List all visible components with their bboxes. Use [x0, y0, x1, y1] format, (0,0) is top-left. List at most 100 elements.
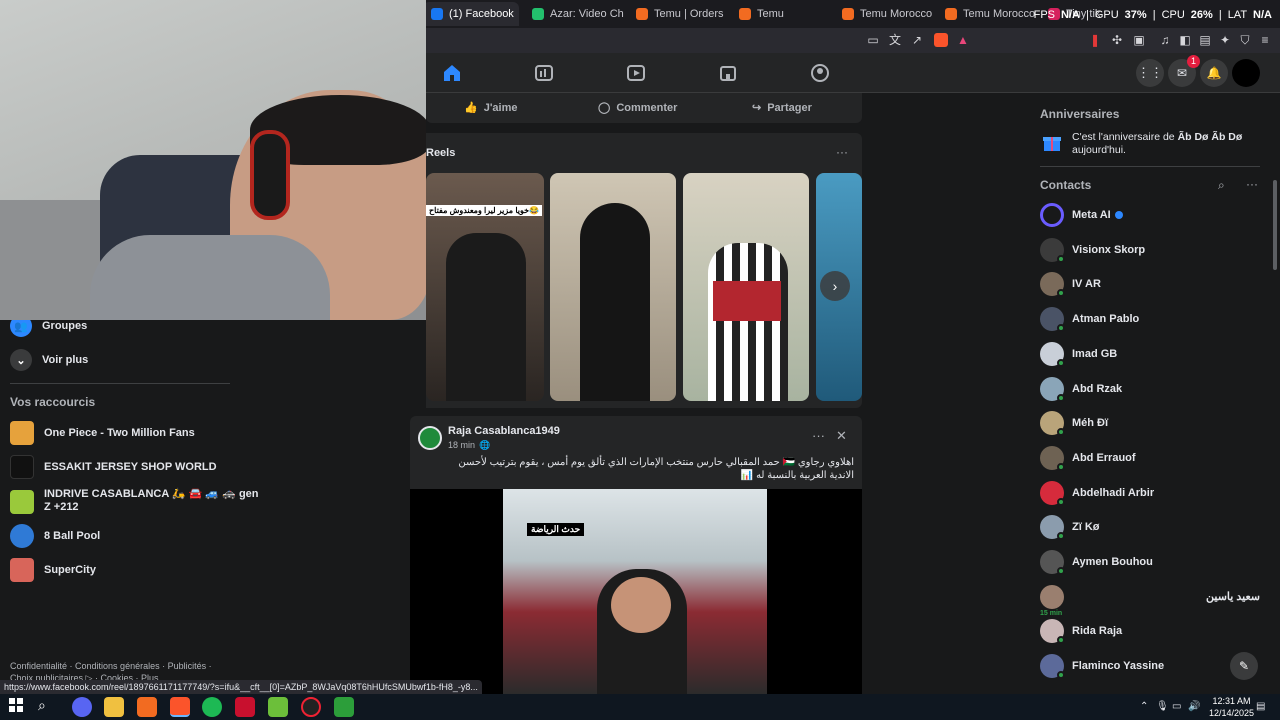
brave-rewards-icon[interactable]: ▲	[956, 33, 970, 47]
divider	[10, 383, 230, 384]
contact-item[interactable]: 15 min سعيد ياسين	[1040, 582, 1260, 617]
wallet-card-icon[interactable]: ▤	[1198, 33, 1212, 47]
contact-item[interactable]: Aymen Bouhou	[1040, 547, 1260, 577]
online-status-dot	[1057, 636, 1065, 645]
contacts-more-icon[interactable]: ···	[1246, 177, 1258, 191]
tab-temu-morocco-ma[interactable]: Temu Morocco | ma	[937, 2, 1037, 26]
screen-cast-icon[interactable]: ▭	[866, 33, 880, 47]
share-icon[interactable]: ↗	[910, 33, 924, 47]
extensions-icon[interactable]: ✣	[1110, 33, 1124, 47]
leo-ai-icon[interactable]: ✦	[1218, 33, 1232, 47]
search-icon[interactable]: ⌕	[38, 697, 58, 717]
more-options-icon[interactable]: ···	[836, 145, 848, 159]
shortcut-label: 8 Ball Pool	[44, 530, 101, 542]
post-time[interactable]: 18 min	[448, 440, 475, 451]
shortcut-one-piece[interactable]: One Piece - Two Million Fans	[10, 421, 195, 445]
marketplace-icon[interactable]	[718, 63, 738, 83]
contact-name: Imad GB	[1072, 347, 1118, 360]
windows-start-icon[interactable]	[8, 697, 28, 717]
gpu-value: 37	[1124, 9, 1137, 21]
contact-item[interactable]: Flaminco Yassine	[1040, 651, 1260, 681]
reel-2[interactable]	[550, 173, 676, 401]
notification-center-icon[interactable]: ▤	[1256, 701, 1265, 712]
shortcut-indrive[interactable]: INDRIVE CASABLANCA 🛵 🚘 🚙 🚓 gen Z +212	[10, 488, 259, 514]
recorder-icon[interactable]	[301, 697, 321, 717]
contact-item[interactable]: Meta AI	[1040, 200, 1260, 230]
close-post-icon[interactable]: ✕	[836, 428, 847, 444]
home-icon[interactable]	[442, 63, 462, 83]
menu-grid-button[interactable]: ⋮⋮	[1136, 59, 1164, 87]
game-icon[interactable]	[268, 697, 288, 717]
like-button[interactable]: 👍 J'aime	[464, 101, 518, 115]
translate-icon[interactable]: 文	[888, 33, 902, 47]
sidebar-item-see-more[interactable]: ⌄ Voir plus	[10, 349, 88, 371]
system-clock[interactable]: 12:31 AM 12/14/2025	[1209, 695, 1254, 719]
sidebar-icon[interactable]: ◧	[1178, 33, 1192, 47]
terminal-icon[interactable]	[334, 697, 354, 717]
like-label: J'aime	[483, 101, 518, 114]
shortcut-thumbnail	[10, 421, 34, 445]
contact-item[interactable]: Abd Errauof	[1040, 443, 1260, 473]
brave-shield-icon[interactable]	[934, 33, 948, 47]
contact-item[interactable]: Rida Raja	[1040, 616, 1260, 646]
tab-azar[interactable]: Azar: Video Chat	[524, 2, 624, 26]
reel-1[interactable]: خويا مزير ليرا ومعندوش مفتاح😂	[426, 173, 544, 401]
profile-avatar[interactable]	[1232, 59, 1260, 87]
brave-browser-icon[interactable]	[170, 697, 190, 717]
page-scrollbar[interactable]	[1273, 180, 1277, 270]
contact-name: Aymen Bouhou	[1072, 556, 1153, 568]
tab-temu-morocco-ex[interactable]: Temu Morocco | Ex	[834, 2, 934, 26]
tab-temu[interactable]: Temu	[731, 2, 831, 26]
messenger-button[interactable]: ✉ 1	[1168, 55, 1200, 87]
reel-caption: خويا مزير ليرا ومعندوش مفتاح😂	[426, 205, 543, 216]
contact-item[interactable]: Abd Rzak	[1040, 374, 1260, 404]
contact-item[interactable]: Méh Đï	[1040, 408, 1260, 438]
comment-button[interactable]: ◯ Commenter	[598, 101, 677, 115]
reels-next-button[interactable]: ›	[820, 271, 850, 301]
tab-facebook[interactable]: (1) Facebook ✕	[423, 2, 519, 26]
notifications-button[interactable]: 🔔	[1200, 59, 1228, 87]
network-icon[interactable]: ▭	[1172, 701, 1181, 712]
game-launcher-icon[interactable]	[235, 697, 255, 717]
post-author[interactable]: Raja Casablanca1949	[448, 425, 560, 437]
page-avatar[interactable]	[418, 426, 442, 450]
search-icon[interactable]: ⌕	[1218, 178, 1225, 193]
tray-chevron-icon[interactable]: ⌃	[1140, 701, 1148, 712]
contact-item[interactable]: Imad GB	[1040, 339, 1260, 369]
post-video[interactable]: حدث الرياضة	[410, 489, 862, 694]
shortcut-8-ball-pool[interactable]: 8 Ball Pool	[10, 524, 100, 548]
reels-card: Reels ··· خويا مزير ليرا ومعندوش مفتاح😂 …	[426, 133, 862, 408]
video-icon[interactable]	[534, 63, 554, 83]
wallet-icon[interactable]: ▣	[1132, 33, 1146, 47]
volume-icon[interactable]: 🔊	[1188, 701, 1200, 712]
contact-item[interactable]: Atman Pablo	[1040, 304, 1260, 334]
footer-links[interactable]: Confidentialité · Conditions générales ·…	[10, 661, 212, 671]
discord-icon[interactable]	[72, 697, 92, 717]
contact-item[interactable]: Visionx Skorp	[1040, 235, 1260, 265]
contact-item[interactable]: Abdelhadi Arbir	[1040, 478, 1260, 508]
online-status-dot	[1057, 671, 1065, 680]
birthday-message[interactable]: C'est l'anniversaire de Ãb Dø Ãb Dø aujo…	[1072, 131, 1272, 157]
groups-icon[interactable]	[810, 63, 830, 83]
microphone-icon[interactable]: 🎙	[1156, 701, 1169, 712]
contact-item[interactable]: Zï Kø	[1040, 512, 1260, 542]
menu-icon[interactable]: ≡	[1258, 33, 1272, 47]
file-explorer-icon[interactable]	[104, 697, 124, 717]
reel-3[interactable]	[683, 173, 809, 401]
shortcut-supercity[interactable]: SuperCity	[10, 558, 96, 582]
contact-item[interactable]: IV AR	[1040, 269, 1260, 299]
record-icon[interactable]: ❚	[1088, 33, 1102, 47]
contact-name: Rida Raja	[1072, 625, 1123, 638]
shortcut-essakit[interactable]: ESSAKIT JERSEY SHOP WORLD	[10, 455, 217, 479]
spotify-icon[interactable]	[202, 697, 222, 717]
divider	[1040, 166, 1260, 167]
tab-temu-orders[interactable]: Temu | Orders	[628, 2, 728, 26]
media-icon[interactable]: ♫	[1158, 33, 1172, 47]
post-more-options-icon[interactable]: ···	[812, 428, 825, 443]
watch-icon[interactable]	[626, 63, 646, 83]
shortcut-label: ESSAKIT JERSEY SHOP WORLD	[44, 461, 217, 473]
new-message-button[interactable]: ✎	[1230, 652, 1258, 680]
share-button[interactable]: ↪ Partager	[752, 101, 812, 115]
app-icon[interactable]	[137, 697, 157, 717]
vpn-icon[interactable]: ⛉	[1238, 33, 1252, 47]
